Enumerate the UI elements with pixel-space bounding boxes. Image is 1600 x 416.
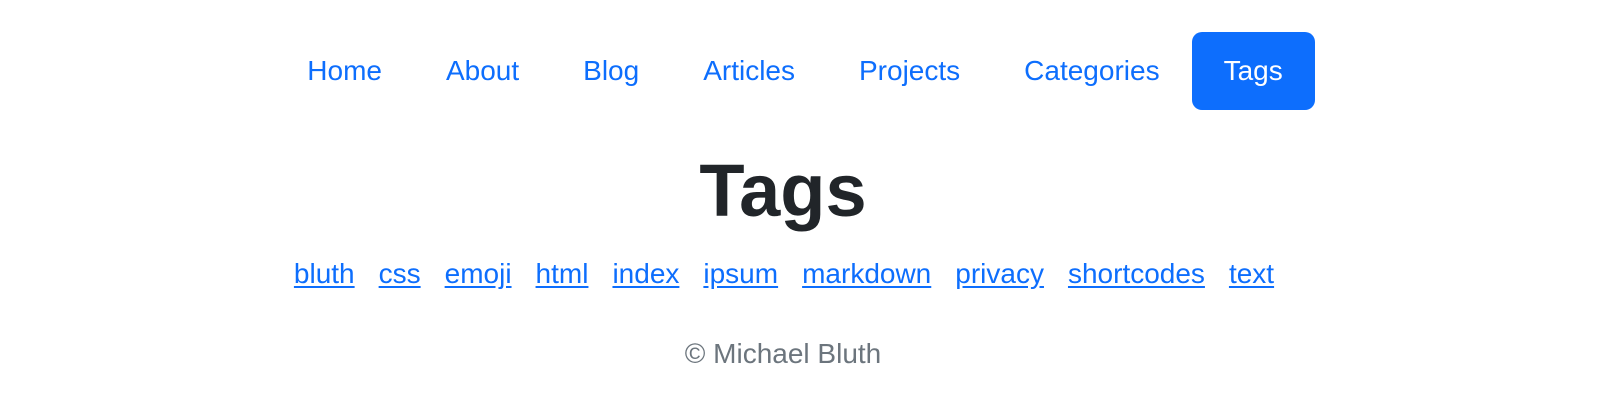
page: Home About Blog Articles Projects Catego… xyxy=(0,0,1600,416)
tag-list-item: shortcodes xyxy=(1068,252,1205,296)
nav-link-categories[interactable]: Categories xyxy=(992,32,1191,110)
nav-item-about: About xyxy=(414,32,551,110)
page-title: Tags xyxy=(699,149,867,232)
nav-item-home: Home xyxy=(275,32,414,110)
nav-item-projects: Projects xyxy=(827,32,992,110)
nav-link-home[interactable]: Home xyxy=(275,32,414,110)
nav-link-projects[interactable]: Projects xyxy=(827,32,992,110)
tag-list-item: text xyxy=(1229,252,1274,296)
tag-list-item: ipsum xyxy=(703,252,778,296)
tag-list-item: markdown xyxy=(802,252,931,296)
nav-link-articles[interactable]: Articles xyxy=(671,32,827,110)
nav-link-tags-active[interactable]: Tags xyxy=(1191,32,1315,110)
tag-list: bluth css emoji html index ipsum markdow… xyxy=(0,252,1584,296)
tag-link-markdown[interactable]: markdown xyxy=(802,258,931,289)
tag-list-item: bluth xyxy=(294,252,355,296)
tag-list-item: emoji xyxy=(445,252,512,296)
nav-link-blog[interactable]: Blog xyxy=(551,32,671,110)
tag-link-ipsum[interactable]: ipsum xyxy=(703,258,778,289)
nav-item-blog: Blog xyxy=(551,32,671,110)
tag-link-css[interactable]: css xyxy=(379,258,421,289)
tag-list-item: css xyxy=(379,252,421,296)
tag-link-index[interactable]: index xyxy=(612,258,679,289)
nav-item-tags: Tags xyxy=(1191,32,1315,110)
tag-list-item: html xyxy=(536,252,589,296)
tag-link-privacy[interactable]: privacy xyxy=(955,258,1044,289)
nav-item-articles: Articles xyxy=(671,32,827,110)
tag-link-text[interactable]: text xyxy=(1229,258,1274,289)
tag-link-html[interactable]: html xyxy=(536,258,589,289)
tag-link-emoji[interactable]: emoji xyxy=(445,258,512,289)
main-nav: Home About Blog Articles Projects Catego… xyxy=(0,32,1595,110)
nav-link-about[interactable]: About xyxy=(414,32,551,110)
tag-list-item: index xyxy=(612,252,679,296)
footer-copyright: © Michael Bluth xyxy=(684,338,882,369)
tag-list-item: privacy xyxy=(955,252,1044,296)
tag-link-shortcodes[interactable]: shortcodes xyxy=(1068,258,1205,289)
tag-link-bluth[interactable]: bluth xyxy=(294,258,355,289)
nav-item-categories: Categories xyxy=(992,32,1191,110)
